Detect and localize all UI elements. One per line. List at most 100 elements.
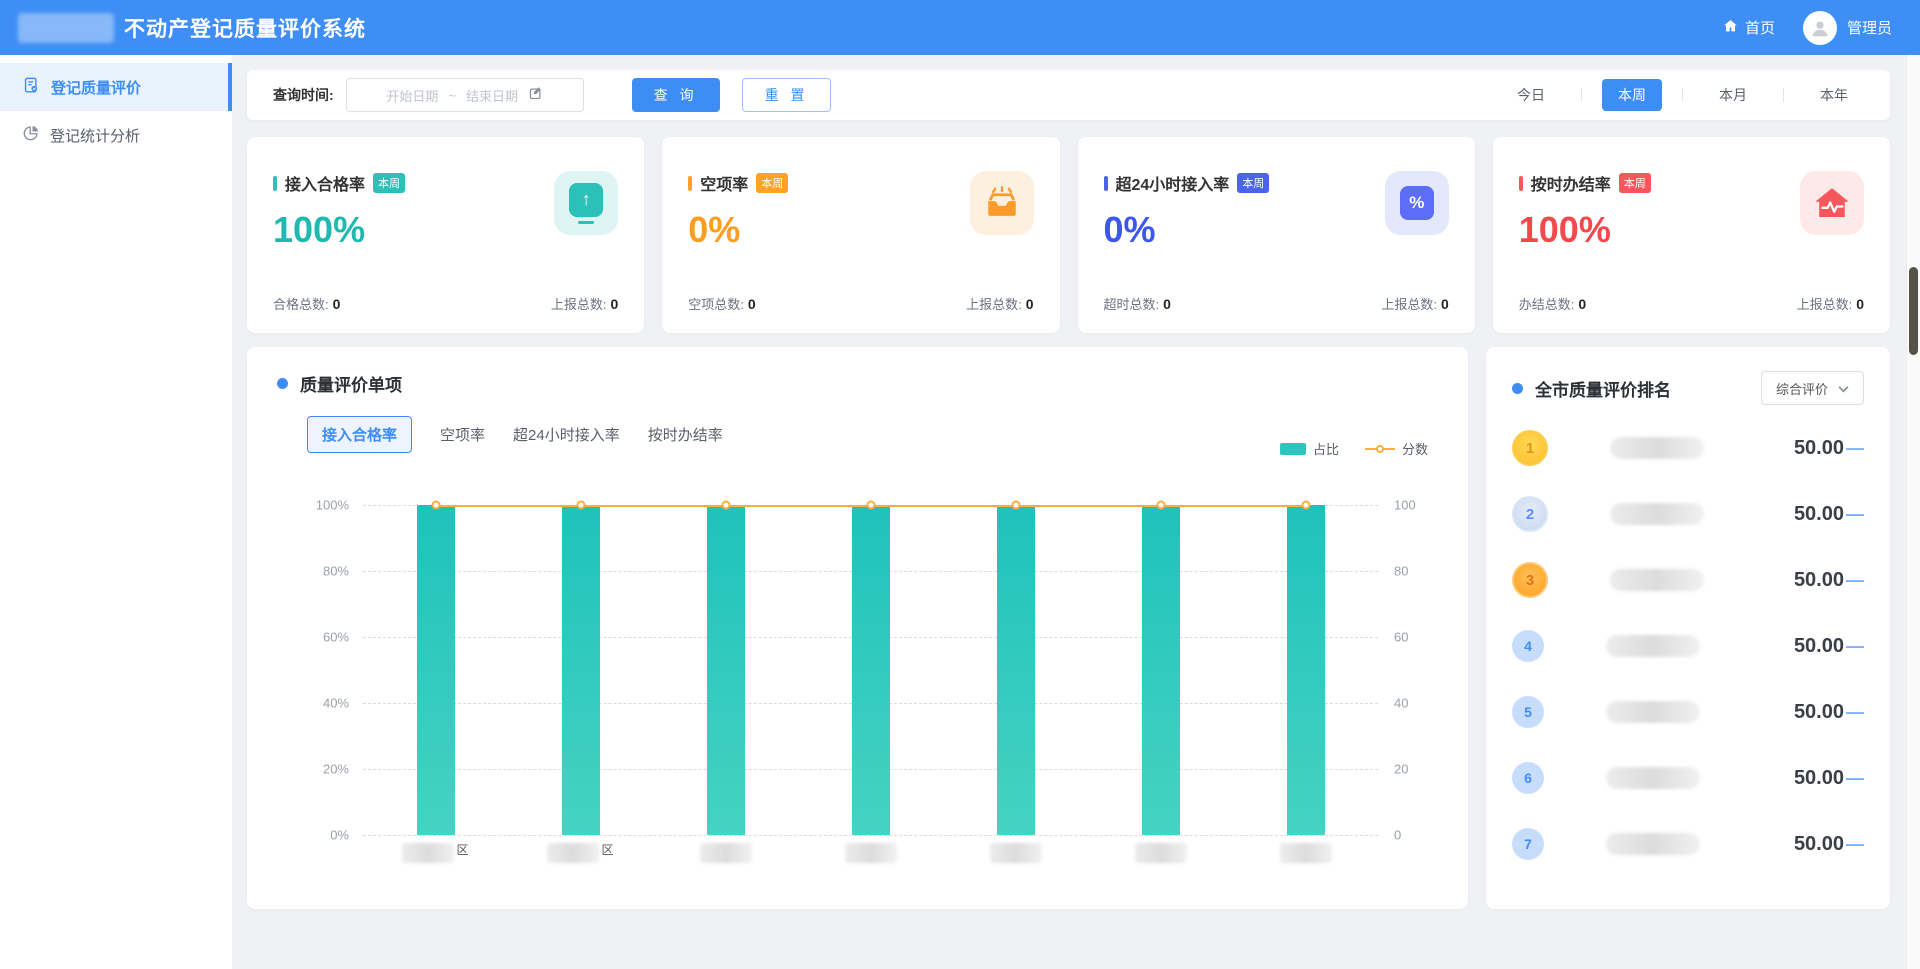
- search-button[interactable]: 查 询: [632, 78, 720, 112]
- reset-button[interactable]: 重 置: [742, 78, 832, 112]
- y-axis-tick-right: 100: [1394, 498, 1416, 513]
- x-axis-label-5: [1088, 843, 1233, 863]
- stat-card-1: 空项率本周0%空项总数:0上报总数:0: [662, 137, 1059, 333]
- stat-title: 按时办结率: [1531, 171, 1611, 195]
- sidebar-item-0[interactable]: 登记质量评价: [0, 63, 232, 111]
- stat-footer: 办结总数:0上报总数:0: [1519, 294, 1864, 313]
- range-tab-2[interactable]: 本月: [1703, 79, 1763, 111]
- sidebar: 登记质量评价登记统计分析: [0, 55, 232, 969]
- chart-plot: 100%10080%8060%6040%4020%200%0: [363, 505, 1378, 835]
- upload-icon: ↑: [554, 171, 618, 235]
- date-range-input[interactable]: 开始日期 ~ 结束日期: [346, 78, 584, 112]
- ranking-row-2: 250.00—: [1512, 481, 1864, 547]
- stat-card-2: 超24小时接入率本周0%%超时总数:0上报总数:0: [1078, 137, 1475, 333]
- divider: [1581, 88, 1582, 102]
- bar-series: [363, 505, 1378, 835]
- chart-title: 质量评价单项: [300, 371, 402, 396]
- range-tab-0[interactable]: 今日: [1501, 79, 1561, 111]
- score-marker: [721, 501, 730, 510]
- bar: [707, 505, 745, 835]
- ranking-filter-value: 综合评价: [1776, 379, 1828, 398]
- range-tab-3[interactable]: 本年: [1804, 79, 1864, 111]
- bar: [997, 505, 1035, 835]
- rank-score: 50.00: [1794, 833, 1844, 856]
- rank-medal-icon: 4: [1512, 630, 1544, 662]
- score-marker: [1301, 501, 1310, 510]
- legend-label: 占比: [1313, 439, 1339, 458]
- home-icon: [1722, 18, 1739, 38]
- y-axis-tick-right: 80: [1394, 564, 1408, 579]
- y-axis-tick-left: 60%: [323, 630, 349, 645]
- scrollbar-thumb[interactable]: [1909, 267, 1918, 355]
- avatar[interactable]: [1803, 11, 1837, 45]
- user-name[interactable]: 管理员: [1847, 17, 1892, 38]
- x-axis-label-suffix: 区: [601, 841, 613, 858]
- bar: [1142, 505, 1180, 835]
- y-axis-tick-left: 100%: [316, 498, 349, 513]
- sidebar-item-1[interactable]: 登记统计分析: [0, 111, 232, 159]
- redacted-rank-name: [1606, 635, 1700, 657]
- legend-bar-swatch-icon: [1280, 443, 1306, 455]
- ranking-row-5: 550.00—: [1512, 679, 1864, 745]
- y-axis-tick-left: 20%: [323, 762, 349, 777]
- redacted-rank-name: [1606, 701, 1700, 723]
- chevron-down-icon: [1838, 381, 1849, 396]
- y-axis-tick-left: 80%: [323, 564, 349, 579]
- stats-row: 接入合格率本周100%↑合格总数:0上报总数:0空项率本周0%空项总数:0上报总…: [247, 137, 1890, 333]
- score-marker: [1156, 501, 1165, 510]
- sidebar-item-label: 登记质量评价: [51, 77, 141, 98]
- y-axis-tick-left: 0%: [330, 828, 349, 843]
- x-axis-label-2: [653, 843, 798, 863]
- ranking-list: 150.00—250.00—350.00—450.00—550.00—650.0…: [1512, 415, 1864, 877]
- rank-trend-flat-icon: —: [1846, 636, 1864, 657]
- title-accent-bar: [1519, 176, 1523, 191]
- x-axis-label-0: 区: [363, 843, 508, 863]
- redacted-rank-name: [1610, 569, 1704, 591]
- rank-medal-icon: 3: [1512, 562, 1548, 598]
- redacted-rank-name: [1610, 437, 1704, 459]
- bar: [562, 505, 600, 835]
- redacted-rank-name: [1606, 767, 1700, 789]
- stat-footer-item: 上报总数:0: [551, 294, 618, 313]
- rank-score: 50.00: [1794, 569, 1844, 592]
- sidebar-item-label: 登记统计分析: [50, 125, 140, 146]
- bar: [417, 505, 455, 835]
- bar: [852, 505, 890, 835]
- y-axis-tick-right: 20: [1394, 762, 1408, 777]
- rank-medal-icon: 7: [1512, 828, 1544, 860]
- stat-period-badge: 本周: [1237, 173, 1269, 193]
- bar-slot: [508, 505, 653, 835]
- redacted-rank-name: [1606, 833, 1700, 855]
- bar-slot: [653, 505, 798, 835]
- stat-title: 空项率: [700, 171, 748, 195]
- edit-icon: [528, 86, 543, 104]
- chart-tab-2[interactable]: 超24小时接入率: [513, 417, 620, 452]
- bar-slot: [1233, 505, 1378, 835]
- redacted-rank-name: [1610, 503, 1704, 525]
- bar: [1287, 505, 1325, 835]
- chart-tabs: 接入合格率空项率超24小时接入率按时办结率: [307, 416, 1438, 453]
- redacted-district-name: [700, 843, 752, 863]
- stat-value: 100%: [273, 209, 405, 251]
- ranking-filter-select[interactable]: 综合评价: [1761, 371, 1864, 405]
- chart-tab-0[interactable]: 接入合格率: [307, 416, 412, 453]
- bar-slot: [798, 505, 943, 835]
- y-axis-tick-left: 40%: [323, 696, 349, 711]
- title-accent-bar: [273, 176, 277, 191]
- stat-footer-item: 上报总数:0: [966, 294, 1033, 313]
- score-marker: [576, 501, 585, 510]
- chart-tab-3[interactable]: 按时办结率: [648, 417, 723, 452]
- stat-title: 接入合格率: [285, 171, 365, 195]
- stat-footer: 空项总数:0 上报总数:0: [688, 294, 1033, 313]
- rank-trend-flat-icon: —: [1846, 702, 1864, 723]
- title-accent-bar: [688, 176, 692, 191]
- ranking-title: 全市质量评价排名: [1535, 376, 1671, 401]
- range-tab-1[interactable]: 本周: [1602, 79, 1662, 111]
- ranking-row-4: 450.00—: [1512, 613, 1864, 679]
- stat-footer-item: 空项总数:0: [688, 294, 755, 313]
- page-scrollbar: [1906, 55, 1920, 969]
- chart-tab-1[interactable]: 空项率: [440, 417, 485, 452]
- home-link[interactable]: 首页: [1722, 17, 1775, 38]
- legend-item-分数[interactable]: 分数: [1365, 439, 1428, 458]
- legend-item-占比[interactable]: 占比: [1280, 439, 1339, 458]
